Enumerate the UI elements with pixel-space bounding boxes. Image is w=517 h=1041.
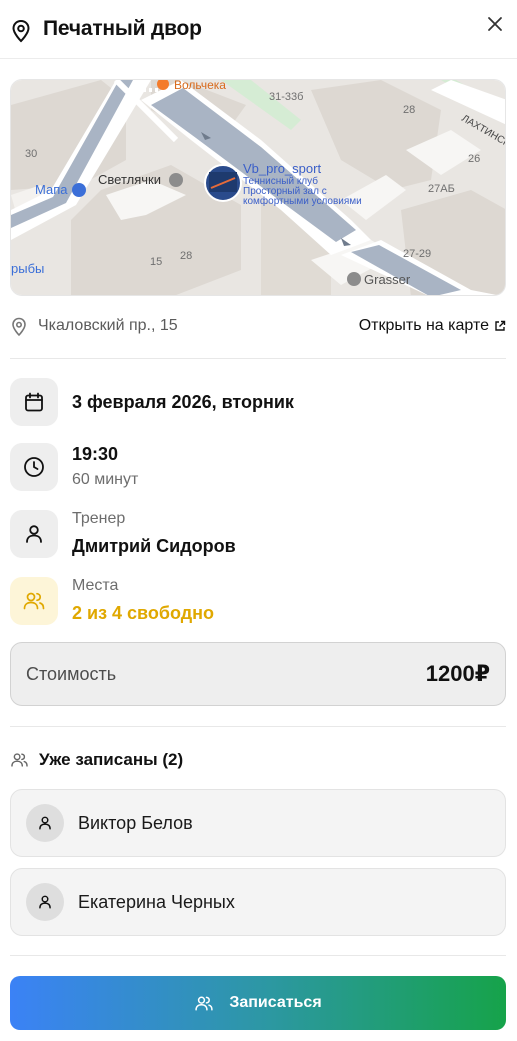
address-text: Чкаловский пр., 15 xyxy=(38,317,178,334)
svg-text:Grasser: Grasser xyxy=(364,272,411,287)
session-date: 3 февраля 2026, вторник xyxy=(72,392,294,412)
divider xyxy=(10,726,506,727)
header: Печатный двор xyxy=(0,0,517,59)
list-item: Виктор Белов xyxy=(10,789,506,857)
user-icon xyxy=(10,510,58,558)
divider xyxy=(10,358,506,359)
svg-text:Vb_pro_sport: Vb_pro_sport xyxy=(243,161,321,176)
map-canvas: Вольчека 31-33б 28 ЛАХТИНСК 30 Светлячки… xyxy=(11,80,505,295)
svg-text:28: 28 xyxy=(180,250,192,262)
page-title: Печатный двор xyxy=(43,17,202,40)
avatar xyxy=(26,883,64,921)
seats-label: Места xyxy=(72,577,119,594)
location-pin-icon xyxy=(12,317,26,337)
map-preview[interactable]: Вольчека 31-33б 28 ЛАХТИНСК 30 Светлячки… xyxy=(10,79,506,296)
svg-text:27-29: 27-29 xyxy=(403,248,431,260)
time-row: 19:30 60 минут xyxy=(10,443,506,491)
svg-text:31-33б: 31-33б xyxy=(269,91,303,103)
user-icon xyxy=(39,895,51,909)
avatar xyxy=(26,804,64,842)
svg-text:28: 28 xyxy=(403,104,415,116)
person-name: Виктор Белов xyxy=(78,813,193,833)
close-icon[interactable] xyxy=(485,14,505,34)
svg-text:27АБ: 27АБ xyxy=(428,183,455,195)
enrolled-header: Уже записаны (2) xyxy=(10,748,183,772)
external-link-icon xyxy=(495,320,506,331)
price-box: Стоимость 1200₽ xyxy=(10,642,506,706)
price-value: 1200₽ xyxy=(425,661,490,686)
address-row: Чкаловский пр., 15 Открыть на карте xyxy=(10,314,506,340)
calendar-icon xyxy=(10,378,58,426)
users-icon xyxy=(11,753,28,767)
clock-icon xyxy=(10,443,58,491)
location-pin-icon xyxy=(12,19,30,43)
enrolled-title: Уже записаны (2) xyxy=(39,750,184,769)
svg-text:Мапа: Мапа xyxy=(35,182,68,197)
svg-text:26: 26 xyxy=(468,153,480,165)
svg-text:рыбы: рыбы xyxy=(11,261,44,276)
svg-text:15: 15 xyxy=(150,256,162,268)
map-label: Вольчека xyxy=(174,80,226,92)
list-item: Екатерина Черных xyxy=(10,868,506,936)
svg-text:30: 30 xyxy=(25,148,37,160)
open-map-label: Открыть на карте xyxy=(358,317,489,334)
open-map-link[interactable]: Открыть на карте xyxy=(359,317,506,335)
signup-button[interactable]: Записаться xyxy=(10,976,506,1030)
price-label: Стоимость xyxy=(26,664,117,684)
user-icon xyxy=(39,816,51,830)
divider xyxy=(10,955,506,956)
coach-name: Дмитрий Сидоров xyxy=(72,536,236,556)
coach-row: Тренер Дмитрий Сидоров xyxy=(10,510,506,558)
users-icon xyxy=(10,577,58,625)
svg-text:Светлячки: Светлячки xyxy=(98,172,161,187)
seats-value: 2 из 4 свободно xyxy=(72,603,215,623)
users-icon xyxy=(195,996,213,1010)
seats-row: Места 2 из 4 свободно xyxy=(10,577,506,625)
session-duration: 60 минут xyxy=(72,471,139,488)
svg-text:комфортными условиями: комфортными условиями xyxy=(243,195,362,207)
person-name: Екатерина Черных xyxy=(78,892,235,912)
coach-label: Тренер xyxy=(72,510,126,527)
session-time: 19:30 xyxy=(72,444,119,464)
signup-label: Записаться xyxy=(229,994,322,1011)
date-row: 3 февраля 2026, вторник xyxy=(10,378,506,426)
